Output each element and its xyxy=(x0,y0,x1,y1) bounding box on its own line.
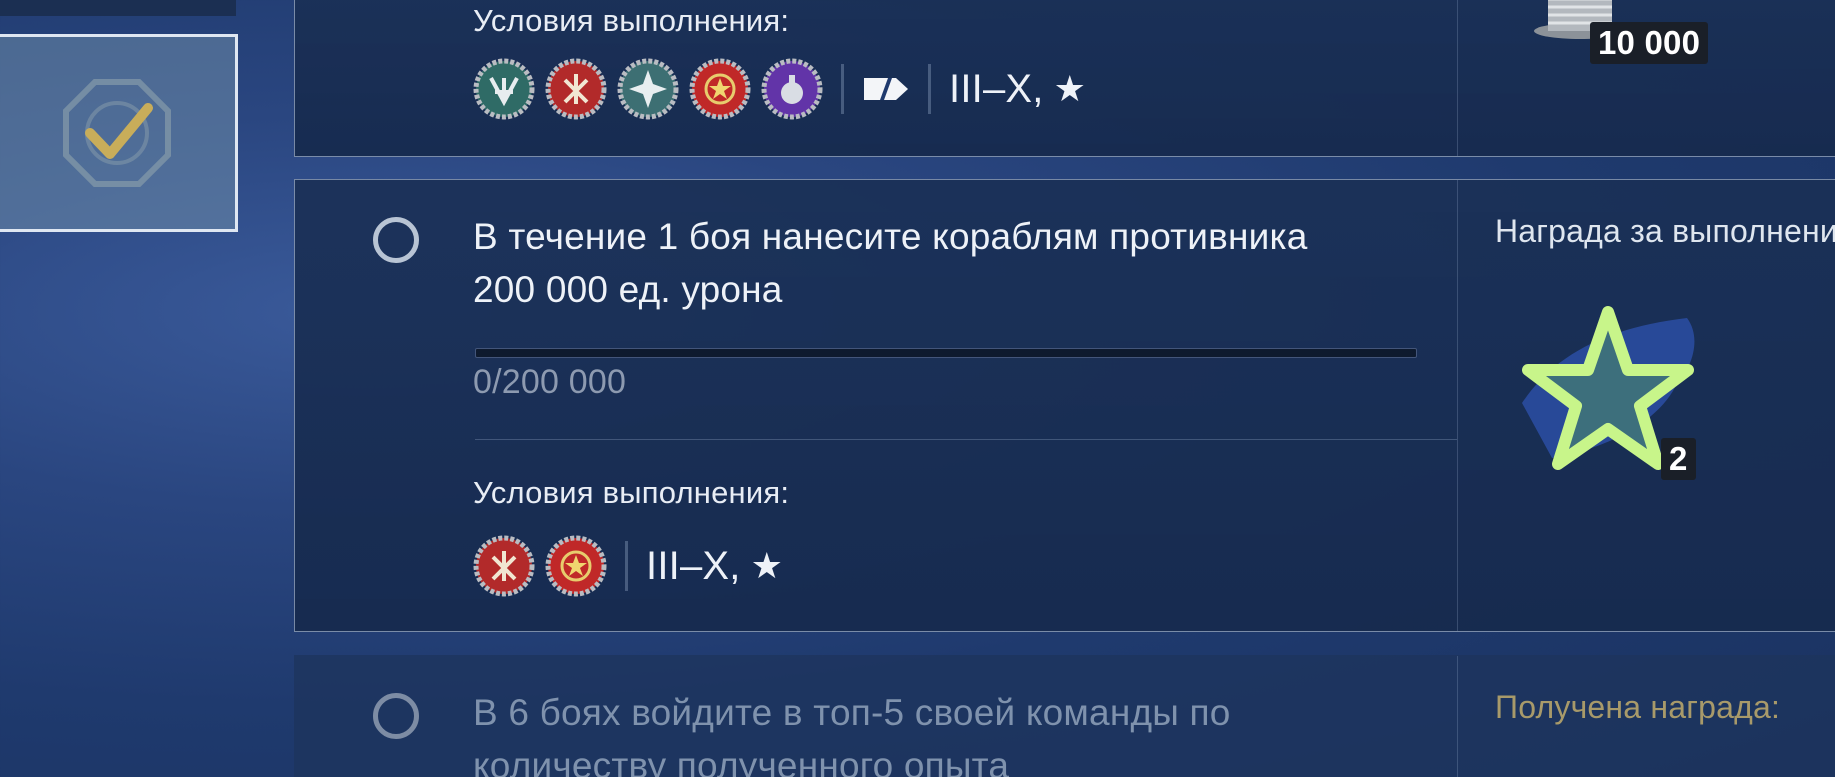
tier-range: III–X, ★ xyxy=(646,544,783,589)
conditions-icons: III–X, ★ xyxy=(473,58,1086,120)
card-divider xyxy=(1457,656,1458,777)
reward-count-badge: 2 xyxy=(1661,438,1696,480)
checkmark-badge-icon xyxy=(63,79,171,187)
purple-bomb-icon xyxy=(761,58,823,120)
task-card-3[interactable]: В 6 боях войдите в топ-5 своей команды п… xyxy=(294,655,1835,777)
battle-type-icon xyxy=(864,78,908,100)
section-divider xyxy=(475,439,1457,440)
red-star-icon xyxy=(689,58,751,120)
separator xyxy=(625,541,628,591)
reward-amount-badge: 10 000 xyxy=(1590,22,1709,64)
conditions-label: Условия выполнения: xyxy=(473,475,790,510)
conditions-label: Условия выполнения: xyxy=(473,3,790,38)
cruiser-icon xyxy=(473,58,535,120)
premium-star-icon: ★ xyxy=(750,545,784,586)
red-anchor-icon xyxy=(473,535,535,597)
conditions-icons: III–X, ★ xyxy=(473,535,783,597)
tier-range-text: III–X, xyxy=(646,543,741,588)
tier-range-text: III–X, xyxy=(949,66,1044,111)
red-anchor-icon xyxy=(545,58,607,120)
progress-bar xyxy=(475,348,1417,358)
red-star-icon xyxy=(545,535,607,597)
progress-text: 0/200 000 xyxy=(473,363,627,401)
task-status-radio[interactable] xyxy=(373,693,419,739)
premium-star-icon: ★ xyxy=(1053,68,1087,109)
destroyer-star-icon xyxy=(617,58,679,120)
reward-title: Награда за выполнение xyxy=(1495,213,1835,249)
card-divider xyxy=(1457,0,1458,156)
card-divider xyxy=(1457,180,1458,631)
separator xyxy=(928,64,931,114)
separator xyxy=(841,64,844,114)
task-card-2[interactable]: В течение 1 боя нанесите кораблям против… xyxy=(294,179,1835,632)
task-title: В 6 боях войдите в топ-5 своей команды п… xyxy=(473,692,1231,777)
sidebar-top-strip xyxy=(0,0,236,16)
sidebar-tile-completed[interactable] xyxy=(0,34,238,232)
reward-received-title: Получена награда: xyxy=(1495,689,1781,725)
task-status-radio[interactable] xyxy=(373,217,419,263)
task-title: В течение 1 боя нанесите кораблям против… xyxy=(473,216,1308,310)
task-card-1: Условия выполнения: III–X, ★ 10 000 xyxy=(294,0,1835,157)
tier-range: III–X, ★ xyxy=(949,67,1086,112)
